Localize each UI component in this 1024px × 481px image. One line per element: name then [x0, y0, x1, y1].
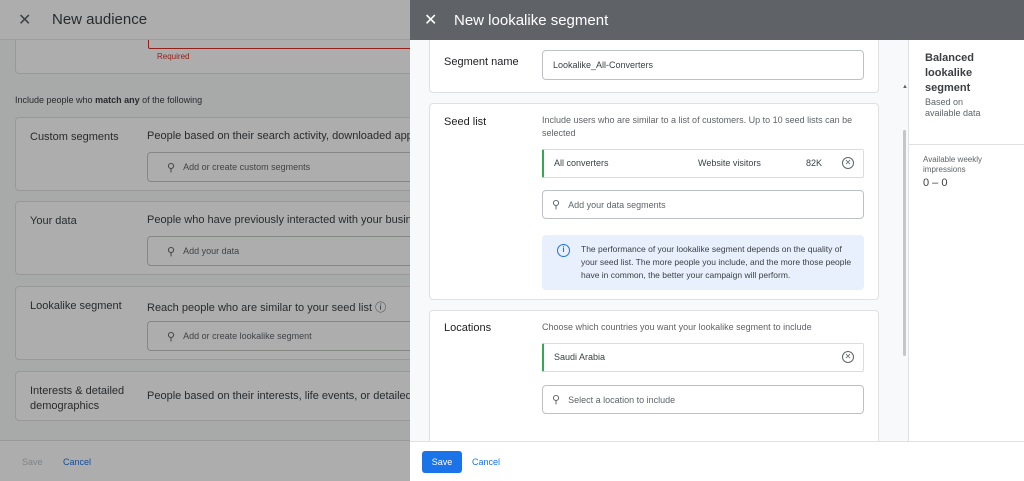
selected-location-chip: Saudi Arabia ✕ [542, 343, 864, 372]
locations-hint: Choose which countries you want your loo… [542, 322, 812, 332]
seed-list-card: Seed list Include users who are similar … [429, 103, 879, 300]
seed-type: Website visitors [698, 158, 761, 168]
summary-title: Balanced lookalike segment [925, 52, 974, 94]
drawer-footer: Save Cancel [410, 441, 1024, 481]
impressions-range: 0 – 0 [923, 177, 948, 189]
summary-subtitle: Based on available data [925, 97, 981, 118]
segment-name-input[interactable]: Lookalike_All-Converters [542, 50, 864, 80]
drawer-content: Segment name Lookalike_All-Converters Se… [410, 40, 908, 441]
remove-location-icon[interactable]: ✕ [842, 351, 854, 363]
lookalike-drawer: ✕ New lookalike segment Segment name Loo… [410, 0, 1024, 481]
cancel-button[interactable]: Cancel [472, 457, 500, 467]
seed-size: 82K [806, 158, 823, 168]
close-icon[interactable]: ✕ [424, 10, 438, 30]
segment-name-card: Segment name Lookalike_All-Converters [429, 40, 879, 93]
location-name: Saudi Arabia [554, 352, 606, 362]
seed-list-label: Seed list [444, 116, 487, 128]
search-icon: ⚲ [552, 394, 561, 406]
info-icon: i [557, 244, 570, 257]
seed-info-box: i The performance of your lookalike segm… [542, 235, 864, 290]
locations-label: Locations [444, 322, 492, 334]
summary-divider [909, 144, 1024, 145]
seed-search-input[interactable]: ⚲ Add your data segments [542, 190, 864, 219]
seed-list-hint: Include users who are similar to a list … [542, 115, 853, 138]
locations-card: Locations Choose which countries you wan… [429, 310, 879, 441]
scroll-thumb[interactable] [903, 130, 906, 356]
drawer-title: New lookalike segment [454, 11, 609, 29]
seed-name: All converters [554, 158, 609, 168]
location-search-input[interactable]: ⚲ Select a location to include [542, 385, 864, 414]
save-button[interactable]: Save [422, 451, 462, 473]
modal-scrim[interactable] [0, 0, 410, 481]
search-icon: ⚲ [552, 199, 561, 211]
impressions-label: Available weekly impressions [923, 155, 982, 174]
remove-seed-icon[interactable]: ✕ [842, 157, 854, 169]
drawer-header: ✕ New lookalike segment [410, 0, 1024, 40]
segment-summary-panel: Balanced lookalike segment Based on avai… [908, 40, 1024, 441]
segment-name-label: Segment name [444, 56, 519, 68]
seed-info-text: The performance of your lookalike segmen… [581, 244, 852, 280]
selected-seed-chip: All converters Website visitors 82K ✕ [542, 149, 864, 178]
